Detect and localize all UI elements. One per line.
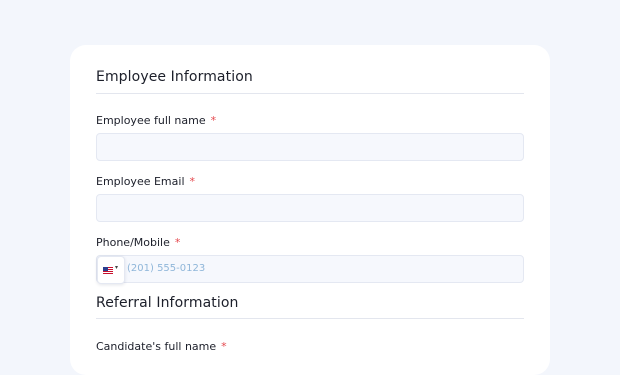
chevron-down-icon: ▾ — [115, 264, 119, 271]
employee-full-name-label: Employee full name * — [96, 114, 216, 127]
phone-label: Phone/Mobile * — [96, 236, 180, 249]
us-flag-icon — [103, 267, 113, 274]
section-divider — [96, 93, 524, 94]
required-asterisk: * — [221, 340, 227, 353]
required-asterisk: * — [210, 114, 217, 127]
candidate-full-name-label-text: Candidate's full name — [96, 340, 217, 353]
referral-section-title: Referral Information — [96, 295, 239, 311]
employee-full-name-input[interactable] — [96, 133, 524, 161]
employee-email-label: Employee Email * — [96, 175, 195, 188]
employee-email-input[interactable] — [96, 194, 524, 222]
form-card: Employee Information Employee full name *… — [70, 45, 550, 375]
required-asterisk: * — [174, 236, 181, 249]
phone-input[interactable]: ▾ (201) 555-0123 — [96, 255, 524, 284]
phone-label-text: Phone/Mobile — [96, 236, 170, 249]
employee-section-title: Employee Information — [96, 69, 253, 85]
country-code-selector[interactable]: ▾ — [97, 256, 125, 284]
required-asterisk: * — [189, 175, 196, 188]
phone-placeholder: (201) 555-0123 — [127, 263, 206, 274]
section-divider — [96, 318, 524, 319]
employee-full-name-label-text: Employee full name — [96, 114, 206, 127]
candidate-full-name-label: Candidate's full name * — [96, 340, 227, 353]
employee-email-label-text: Employee Email — [96, 175, 185, 188]
